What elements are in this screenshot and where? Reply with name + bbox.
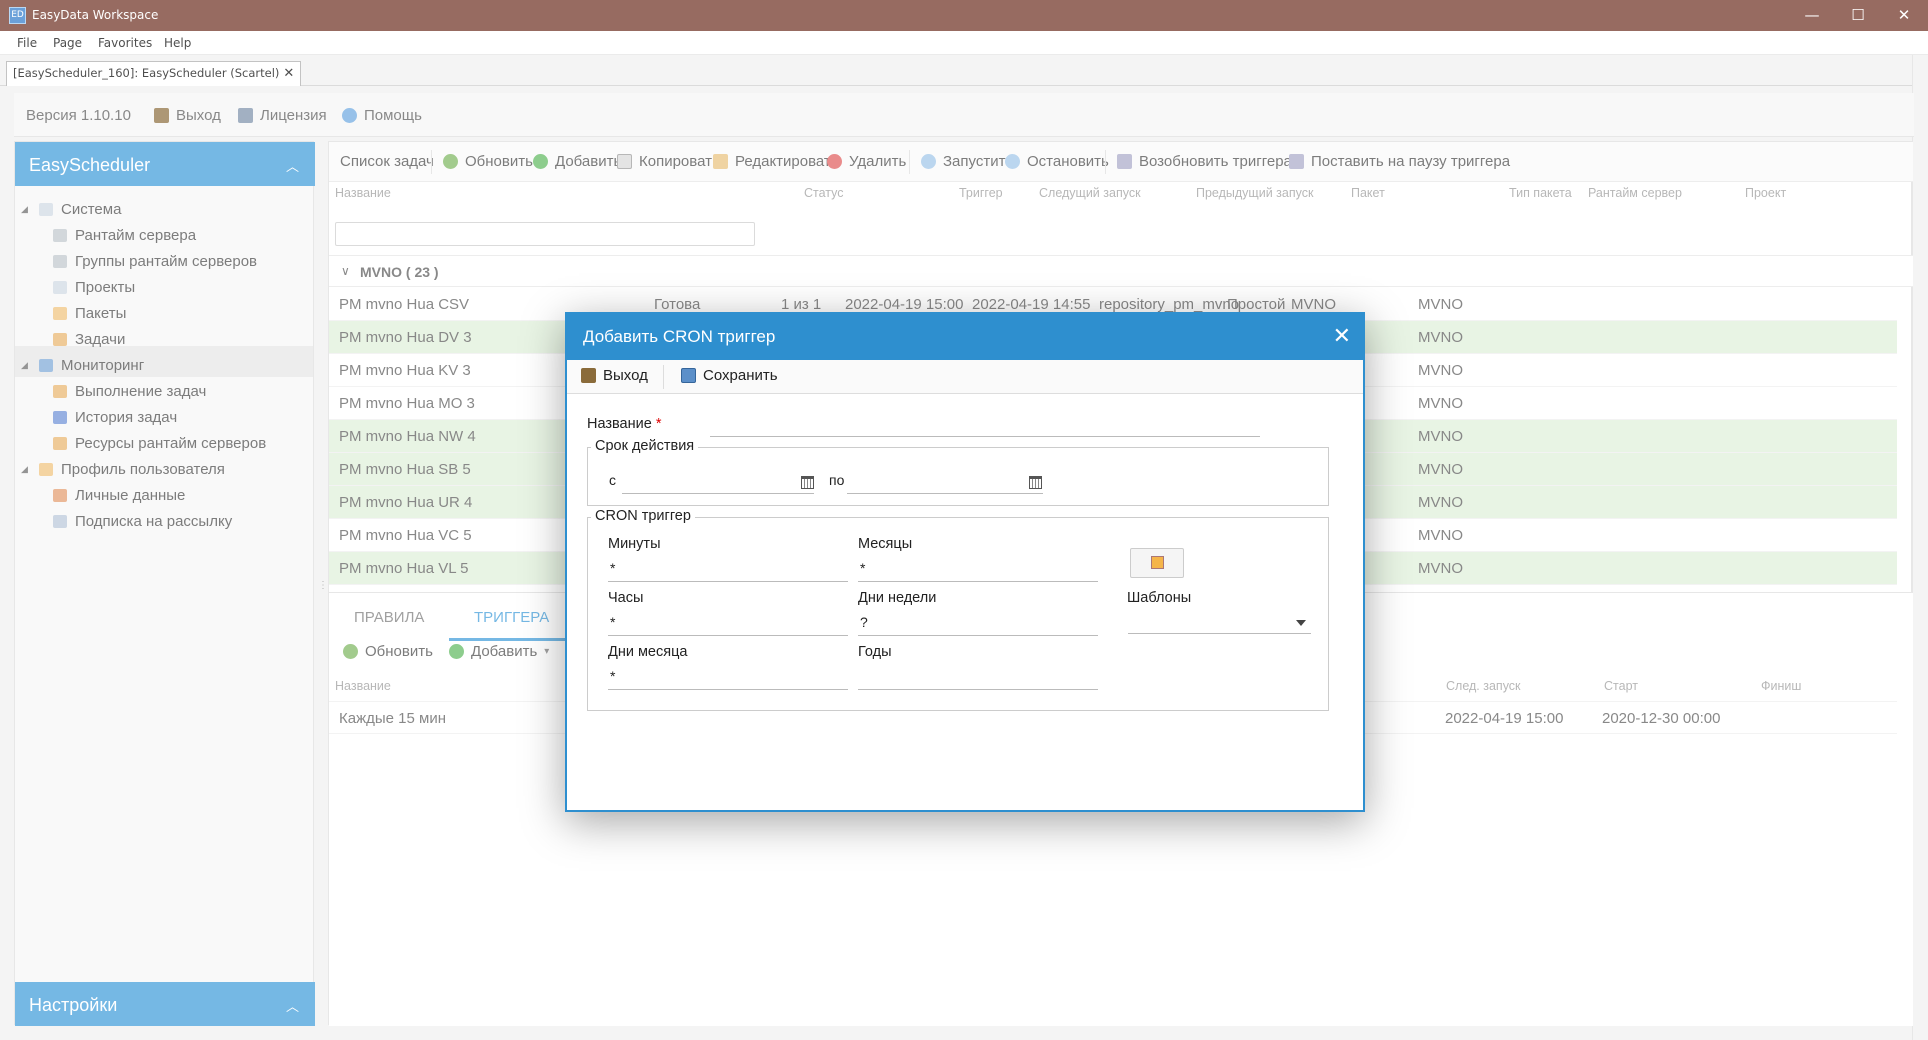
weekdays-value: ? — [860, 614, 868, 630]
close-icon[interactable]: ✕ — [1333, 324, 1351, 349]
cron-trigger-dialog: Добавить CRON триггер ✕ Выход Сохранить … — [565, 312, 1365, 812]
name-label-text: Название — [587, 416, 652, 432]
to-date-input[interactable] — [847, 493, 1043, 494]
calendar-icon[interactable] — [801, 476, 814, 489]
weekdays-input[interactable] — [858, 635, 1098, 636]
templates-label: Шаблоны — [1127, 590, 1192, 606]
minutes-value: * — [610, 560, 616, 576]
dialog-toolbar: Выход Сохранить — [567, 360, 1363, 394]
months-input[interactable] — [858, 581, 1098, 582]
weekdays-label: Дни недели — [858, 590, 937, 606]
dialog-save-button[interactable]: Сохранить — [681, 367, 778, 384]
templates-select[interactable] — [1128, 633, 1311, 634]
dialog-title: Добавить CRON триггер — [583, 327, 776, 346]
years-label: Годы — [858, 644, 892, 660]
name-label: Название * — [587, 416, 661, 432]
from-label: с — [609, 472, 616, 488]
dialog-exit-button[interactable]: Выход — [581, 367, 648, 384]
from-date-input[interactable] — [622, 493, 814, 494]
chevron-down-icon[interactable] — [1296, 620, 1306, 626]
hours-input[interactable] — [608, 635, 848, 636]
monthdays-input[interactable] — [608, 689, 848, 690]
months-value: * — [860, 560, 866, 576]
monthdays-value: * — [610, 668, 616, 684]
calendar-icon[interactable] — [1029, 476, 1042, 489]
templates-button[interactable] — [1130, 548, 1184, 578]
name-input[interactable] — [710, 436, 1260, 437]
exit-icon — [581, 368, 596, 383]
dialog-header: Добавить CRON триггер ✕ — [567, 314, 1363, 360]
dialog-exit-label: Выход — [603, 367, 648, 384]
dialog-save-label: Сохранить — [703, 367, 778, 384]
minutes-label: Минуты — [608, 536, 661, 552]
validity-fieldset — [587, 447, 1329, 506]
years-input[interactable] — [858, 689, 1098, 690]
months-label: Месяцы — [858, 536, 913, 552]
hours-value: * — [610, 614, 616, 630]
cron-fieldset — [587, 517, 1329, 711]
minutes-input[interactable] — [608, 581, 848, 582]
monthdays-label: Дни месяца — [608, 644, 688, 660]
save-icon — [681, 368, 696, 383]
to-label: по — [829, 472, 845, 488]
cron-legend: CRON триггер — [591, 508, 695, 524]
required-mark: * — [655, 416, 662, 432]
hours-label: Часы — [608, 590, 644, 606]
calendar-icon — [1151, 556, 1164, 569]
validity-legend: Срок действия — [591, 438, 699, 454]
